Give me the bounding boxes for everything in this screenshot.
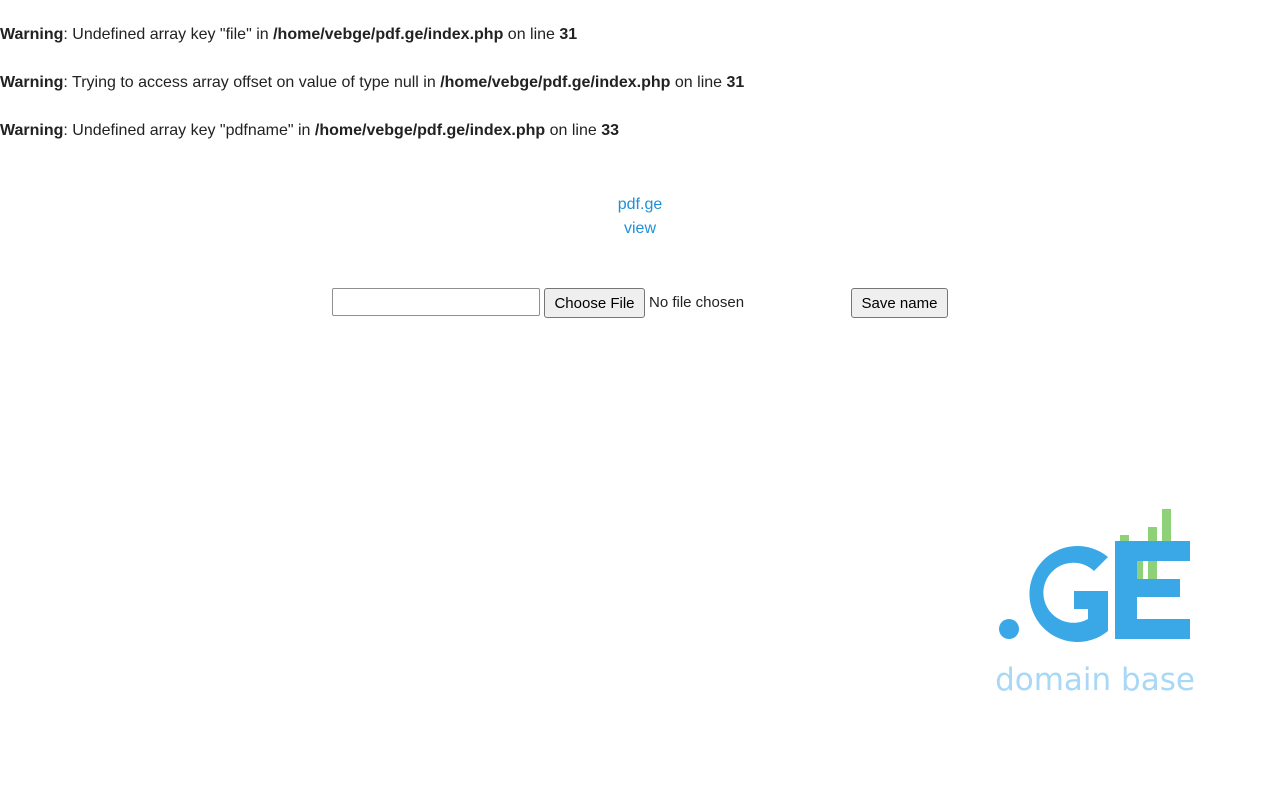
- warning-label: Warning: [0, 74, 64, 91]
- warning-line-number: 31: [559, 26, 578, 43]
- warning-label: Warning: [0, 122, 64, 139]
- choose-file-button[interactable]: Choose File: [544, 288, 645, 318]
- logo-tagline: domain base: [995, 662, 1195, 698]
- site-link[interactable]: pdf.ge: [618, 193, 662, 217]
- save-name-button[interactable]: Save name: [851, 288, 948, 318]
- name-input[interactable]: [332, 288, 540, 316]
- warning-text: : Undefined array key "file" in: [63, 26, 274, 43]
- warning-file-path: /home/vebge/pdf.ge/index.php: [314, 122, 546, 139]
- warning-file-path: /home/vebge/pdf.ge/index.php: [440, 74, 671, 91]
- center-links: pdf.ge view: [0, 193, 1280, 241]
- warning-message: Warning: Undefined array key "pdfname" i…: [0, 121, 619, 141]
- warning-label: Warning: [0, 26, 64, 43]
- warning-message: Warning: Undefined array key "file" in /…: [0, 25, 577, 45]
- warning-text: : Undefined array key "pdfname" in: [63, 122, 315, 139]
- warning-line-number: 31: [726, 74, 745, 91]
- view-link[interactable]: view: [624, 217, 656, 241]
- upload-form: Choose File No file chosen Save name: [0, 287, 1280, 319]
- warning-on-line-text: on line: [503, 26, 560, 43]
- domain-base-logo: domain base: [990, 505, 1200, 700]
- warning-on-line-text: on line: [670, 74, 727, 91]
- file-status-text: No file chosen: [649, 294, 745, 311]
- warning-text: : Trying to access array offset on value…: [63, 74, 441, 91]
- warning-on-line-text: on line: [545, 122, 602, 139]
- ge-logo-icon: domain base: [995, 509, 1195, 698]
- warning-line-number: 33: [601, 122, 619, 139]
- warning-file-path: /home/vebge/pdf.ge/index.php: [273, 26, 504, 43]
- warning-message: Warning: Trying to access array offset o…: [0, 73, 744, 93]
